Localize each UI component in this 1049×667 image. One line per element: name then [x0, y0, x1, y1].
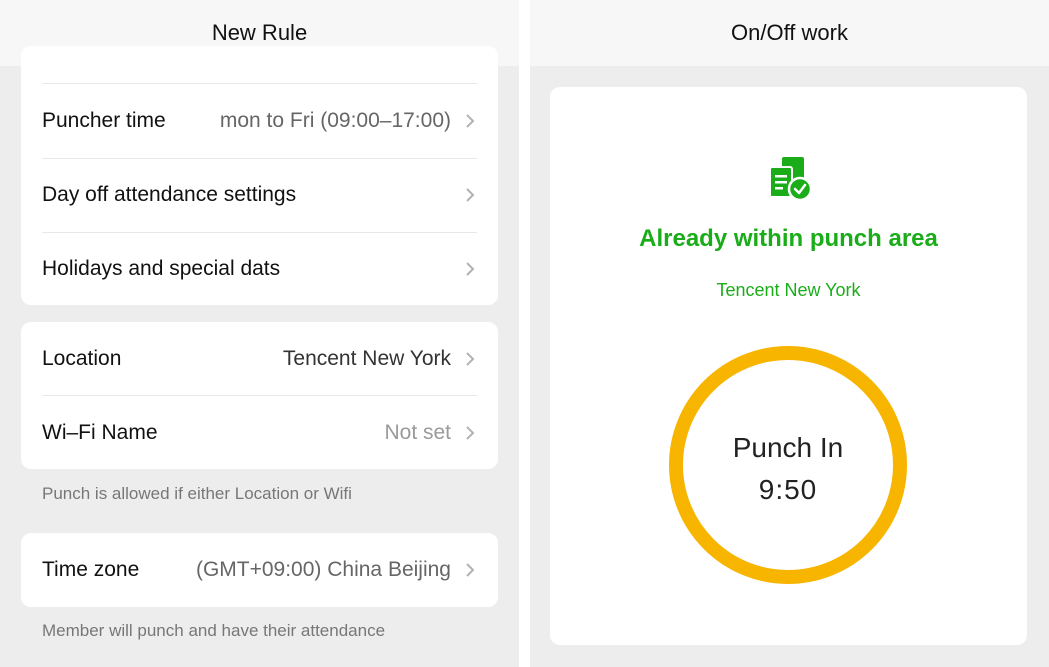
location-note: Punch is allowed if either Location or W… [42, 484, 352, 503]
punch-area: Already within punch area Tencent New Yo… [530, 66, 1049, 667]
day-off-settings-label: Day off attendance settings [42, 183, 297, 206]
timezone-value: (GMT+09:00) China Beijing [195, 558, 451, 581]
status-title: Already within punch area [639, 225, 938, 252]
timezone-label: Time zone [42, 558, 140, 581]
wifi-name-row[interactable]: Wi–Fi Name Not set [42, 396, 498, 469]
wifi-name-label: Wi–Fi Name [42, 421, 158, 444]
settings-list: Puncher time mon to Fri (09:00–17:00) Da… [0, 46, 519, 667]
location-label: Location [42, 347, 122, 370]
wifi-name-value: Not set [384, 421, 451, 444]
attendance-check-icon [764, 155, 814, 205]
location-row[interactable]: Location Tencent New York [42, 322, 498, 396]
chevron-right-icon [459, 184, 481, 206]
chevron-right-icon [459, 258, 481, 280]
punch-in-button[interactable]: Punch In 9:50 [669, 346, 907, 584]
punch-label: Punch In [732, 432, 844, 463]
holidays-row[interactable]: Holidays and special dats [42, 232, 498, 305]
chevron-right-icon [459, 422, 481, 444]
schedule-card: Puncher time mon to Fri (09:00–17:00) Da… [21, 46, 498, 305]
location-card: Location Tencent New York Wi–Fi Name Not… [21, 322, 498, 469]
chevron-right-icon [459, 559, 481, 581]
chevron-right-icon [459, 348, 481, 370]
holidays-label: Holidays and special dats [42, 257, 281, 280]
puncher-time-value: mon to Fri (09:00–17:00) [219, 109, 451, 132]
timezone-row[interactable]: Time zone (GMT+09:00) China Beijing [42, 533, 498, 607]
timezone-card: Time zone (GMT+09:00) China Beijing [21, 533, 498, 607]
page-title: New Rule [211, 20, 308, 45]
puncher-time-row[interactable]: Puncher time mon to Fri (09:00–17:00) [42, 84, 498, 158]
day-off-settings-row[interactable]: Day off attendance settings [42, 158, 498, 232]
chevron-right-icon [459, 110, 481, 132]
new-rule-panel: New Rule Puncher time mon to Fri (09:00–… [0, 0, 519, 667]
on-off-work-panel: On/Off work Already within punch area Te… [530, 0, 1049, 667]
puncher-time-label: Puncher time [42, 109, 166, 132]
punch-card: Already within punch area Tencent New Yo… [550, 87, 1027, 645]
status-location: Tencent New York [716, 280, 861, 300]
punch-time: 9:50 [758, 474, 818, 505]
location-value: Tencent New York [282, 347, 451, 370]
page-title: On/Off work [731, 20, 848, 45]
nav-bar: On/Off work [530, 0, 1049, 66]
timezone-note: Member will punch and have their attenda… [42, 621, 386, 640]
